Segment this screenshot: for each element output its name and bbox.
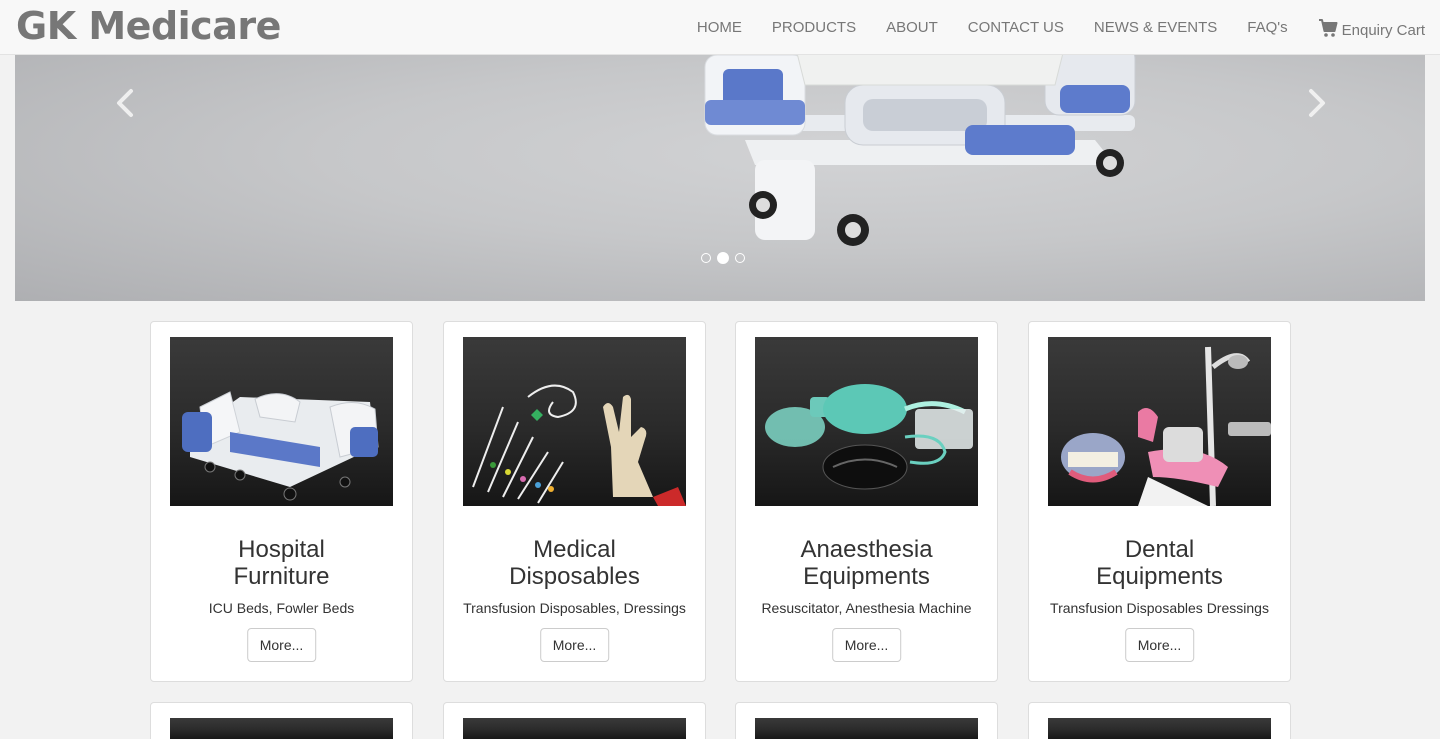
more-button-dental-equipments[interactable]: More... <box>1124 628 1195 662</box>
product-subtitle: Transfusion Disposables, Dressings <box>463 600 686 616</box>
more-button-medical-disposables[interactable]: More... <box>539 628 610 662</box>
product-title: Dental Equipments <box>1029 536 1290 590</box>
product-image[interactable] <box>463 718 686 739</box>
product-image[interactable] <box>755 718 978 739</box>
carousel-indicators <box>698 252 748 264</box>
product-subtitle: Transfusion Disposables Dressings <box>1050 600 1269 616</box>
carousel-indicator-3[interactable] <box>735 253 745 263</box>
product-card <box>150 702 413 739</box>
product-card-hospital-furniture: Hospital Furniture ICU Beds, Fowler Beds… <box>150 321 413 682</box>
nav-news-events[interactable]: NEWS & EVENTS <box>1094 19 1217 36</box>
product-title-line1: Dental <box>1124 536 1195 563</box>
product-image-dental-equipments[interactable] <box>1048 337 1271 506</box>
product-title-line2: Furniture <box>233 563 330 590</box>
product-title-line1: Medical <box>533 536 616 563</box>
product-image-medical-disposables[interactable] <box>463 337 686 506</box>
product-image[interactable] <box>1048 718 1271 739</box>
product-subtitle: Resuscitator, Anesthesia Machine <box>761 600 972 616</box>
product-title: Hospital Furniture <box>151 536 412 590</box>
product-title: Anaesthesia Equipments <box>736 536 997 590</box>
brand-logo[interactable]: GK Medicare <box>16 4 281 48</box>
more-button-anaesthesia-equipments[interactable]: More... <box>831 628 902 662</box>
product-title-line1: Hospital <box>238 536 325 563</box>
main-nav: HOME PRODUCTS ABOUT CONTACT US NEWS & EV… <box>667 0 1425 55</box>
cart-icon <box>1318 18 1338 37</box>
product-title-line1: Anaesthesia <box>800 536 933 563</box>
product-image[interactable] <box>170 718 393 739</box>
cart-label: Enquiry Cart <box>1341 21 1425 39</box>
nav-about[interactable]: ABOUT <box>886 19 938 36</box>
product-title-line2: Equipments <box>803 563 930 590</box>
carousel-slide-image <box>704 55 1136 246</box>
product-image-hospital-furniture[interactable] <box>170 337 393 506</box>
product-card-dental-equipments: Dental Equipments Transfusion Disposable… <box>1028 321 1291 682</box>
product-card <box>1028 702 1291 739</box>
product-title-line2: Equipments <box>1096 563 1223 590</box>
product-card-anaesthesia-equipments: Anaesthesia Equipments Resuscitator, Ane… <box>735 321 998 682</box>
chevron-left-icon <box>117 89 133 117</box>
product-title-line2: Disposables <box>509 563 640 590</box>
chevron-right-icon <box>1309 89 1325 117</box>
nav-faqs[interactable]: FAQ's <box>1247 19 1287 36</box>
product-subtitle: ICU Beds, Fowler Beds <box>208 600 355 616</box>
carousel-next-button[interactable] <box>1297 83 1337 123</box>
more-button-hospital-furniture[interactable]: More... <box>246 628 317 662</box>
nav-home[interactable]: HOME <box>697 19 742 36</box>
carousel-prev-button[interactable] <box>105 83 145 123</box>
product-card <box>735 702 998 739</box>
product-card <box>443 702 706 739</box>
carousel-indicator-1[interactable] <box>701 253 711 263</box>
nav-contact-us[interactable]: CONTACT US <box>968 19 1064 36</box>
nav-products[interactable]: PRODUCTS <box>772 19 856 36</box>
navbar: GK Medicare HOME PRODUCTS ABOUT CONTACT … <box>0 0 1440 55</box>
nav-enquiry-cart[interactable]: Enquiry Cart <box>1318 17 1425 39</box>
product-title: Medical Disposables <box>444 536 705 590</box>
carousel-indicator-2[interactable] <box>717 252 729 264</box>
hero-carousel <box>15 55 1425 301</box>
product-image-anaesthesia-equipments[interactable] <box>755 337 978 506</box>
product-card-medical-disposables: Medical Disposables Transfusion Disposab… <box>443 321 706 682</box>
